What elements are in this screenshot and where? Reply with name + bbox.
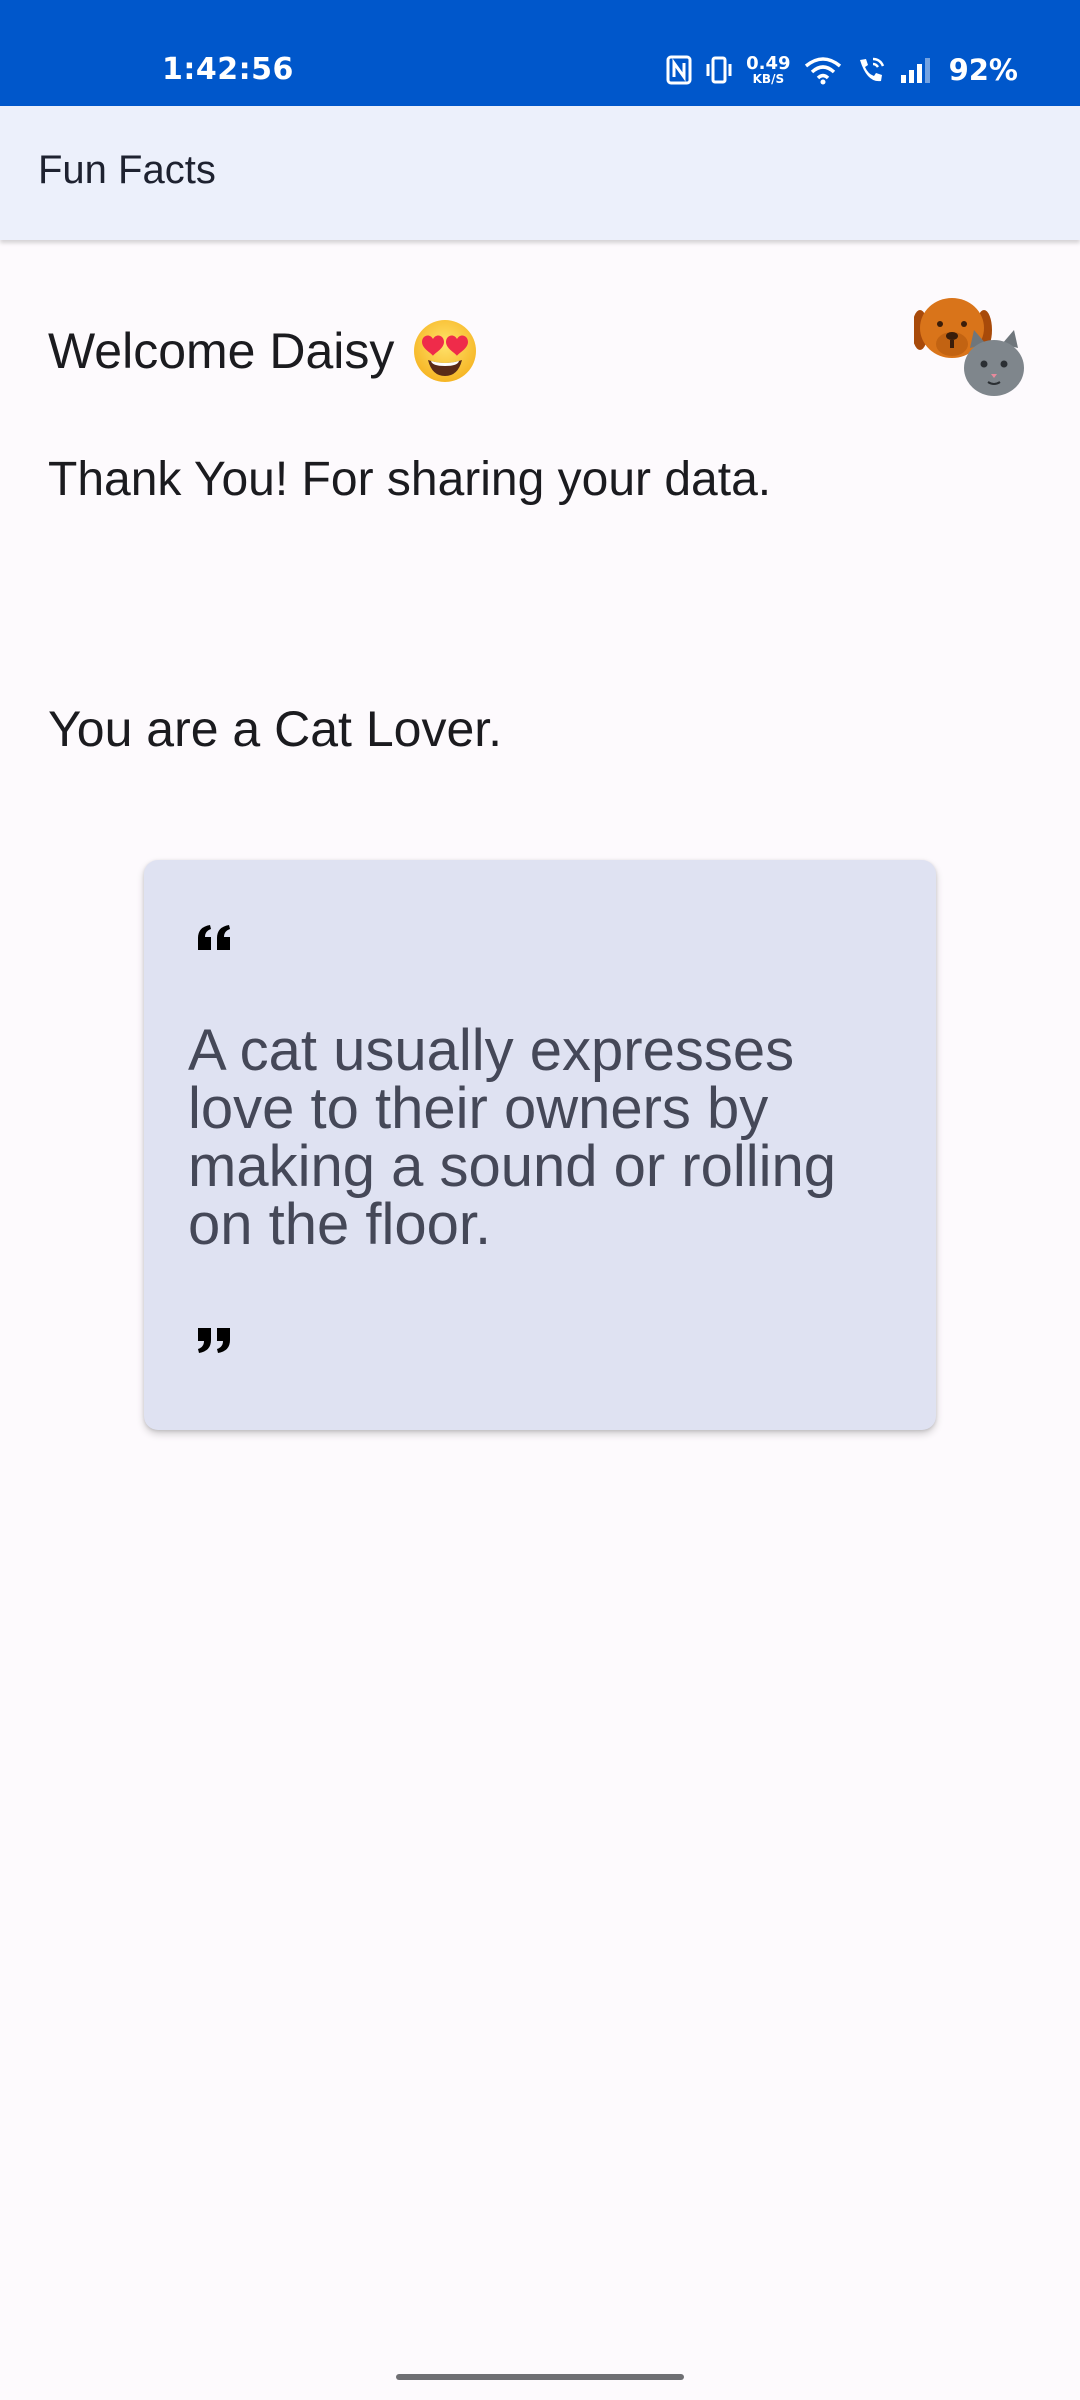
status-bar: 1:42:56 0.49 KB/S 92% [0,0,1080,106]
wifi-calling-icon [855,55,887,85]
signal-icon [899,55,933,85]
battery-level: 92% [948,53,1018,87]
fun-fact-text: A cat usually expresses love to their ow… [188,1018,837,1257]
quote-open-icon [196,924,234,957]
net-speed-value: 0.49 [746,53,791,74]
welcome-text: Welcome Daisy [48,323,395,379]
quote-close-icon [196,1326,234,1359]
net-speed-unit: KB/S [752,72,785,86]
welcome-heading: Welcome Daisy [48,318,478,384]
quote-card: A cat usually expresses love to their ow… [144,860,936,1430]
nfc-icon [666,55,692,85]
net-speed: 0.49 KB/S [746,53,791,86]
smiling-face-with-heart-eyes-icon [412,318,478,384]
status-time: 1:42:56 [162,52,294,87]
home-gesture-bar[interactable] [396,2374,684,2380]
cat-lover-text: You are a Cat Lover. [48,701,503,757]
app-bar: Fun Facts [0,106,1080,240]
status-icons: 0.49 KB/S 92% [666,50,1018,90]
app-title: Fun Facts [38,148,216,192]
vibrate-icon [704,55,734,85]
thank-you-text: Thank You! For sharing your data. [48,453,772,506]
dog-and-cat-icon [912,290,1026,402]
wifi-icon [803,55,843,85]
